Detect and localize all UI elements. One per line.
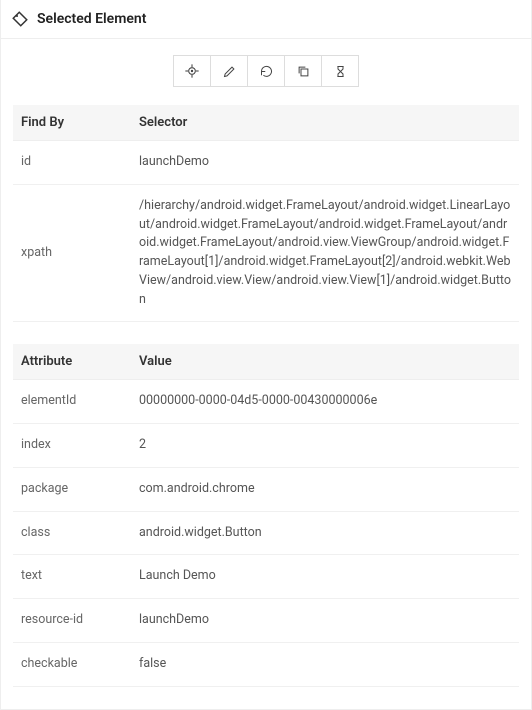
table-row: elementId 00000000-0000-04d5-0000-004300… — [13, 380, 519, 424]
table-row: checkable false — [13, 642, 519, 686]
attribute-table: Attribute Value elementId 00000000-0000-… — [13, 344, 519, 686]
attr-val: Launch Demo — [131, 555, 519, 599]
copy-button[interactable] — [284, 55, 322, 87]
attr-key: resource-id — [13, 599, 131, 643]
attr-header-key: Attribute — [13, 344, 131, 380]
table-row: index 2 — [13, 424, 519, 468]
attr-key: checkable — [13, 642, 131, 686]
findby-table: Find By Selector id launchDemo xpath /hi… — [13, 105, 519, 322]
findby-key: xpath — [13, 184, 131, 322]
table-row: resource-id launchDemo — [13, 599, 519, 643]
attr-val: android.widget.Button — [131, 511, 519, 555]
table-row: text Launch Demo — [13, 555, 519, 599]
findby-header-val: Selector — [131, 105, 519, 141]
attr-key: elementId — [13, 380, 131, 424]
findby-header-key: Find By — [13, 105, 131, 141]
table-row: xpath /hierarchy/android.widget.FrameLay… — [13, 184, 519, 322]
table-row: package com.android.chrome — [13, 467, 519, 511]
attr-key: text — [13, 555, 131, 599]
refresh-button[interactable] — [247, 55, 285, 87]
locate-button[interactable] — [173, 55, 211, 87]
attr-val: com.android.chrome — [131, 467, 519, 511]
attr-key: package — [13, 467, 131, 511]
toolbar — [1, 39, 531, 105]
attr-key: class — [13, 511, 131, 555]
attr-key: index — [13, 424, 131, 468]
findby-key: id — [13, 141, 131, 185]
attr-val: 2 — [131, 424, 519, 468]
attr-header-val: Value — [131, 344, 519, 380]
panel-header: Selected Element — [1, 0, 531, 39]
attr-val: launchDemo — [131, 599, 519, 643]
table-row: class android.widget.Button — [13, 511, 519, 555]
panel-title: Selected Element — [37, 11, 146, 27]
findby-val: /hierarchy/android.widget.FrameLayout/an… — [131, 184, 519, 322]
findby-val: launchDemo — [131, 141, 519, 185]
attr-val: false — [131, 642, 519, 686]
attr-val: 00000000-0000-04d5-0000-00430000006e — [131, 380, 519, 424]
timing-button[interactable] — [321, 55, 359, 87]
table-row: id launchDemo — [13, 141, 519, 185]
tag-icon — [11, 10, 29, 28]
edit-button[interactable] — [210, 55, 248, 87]
